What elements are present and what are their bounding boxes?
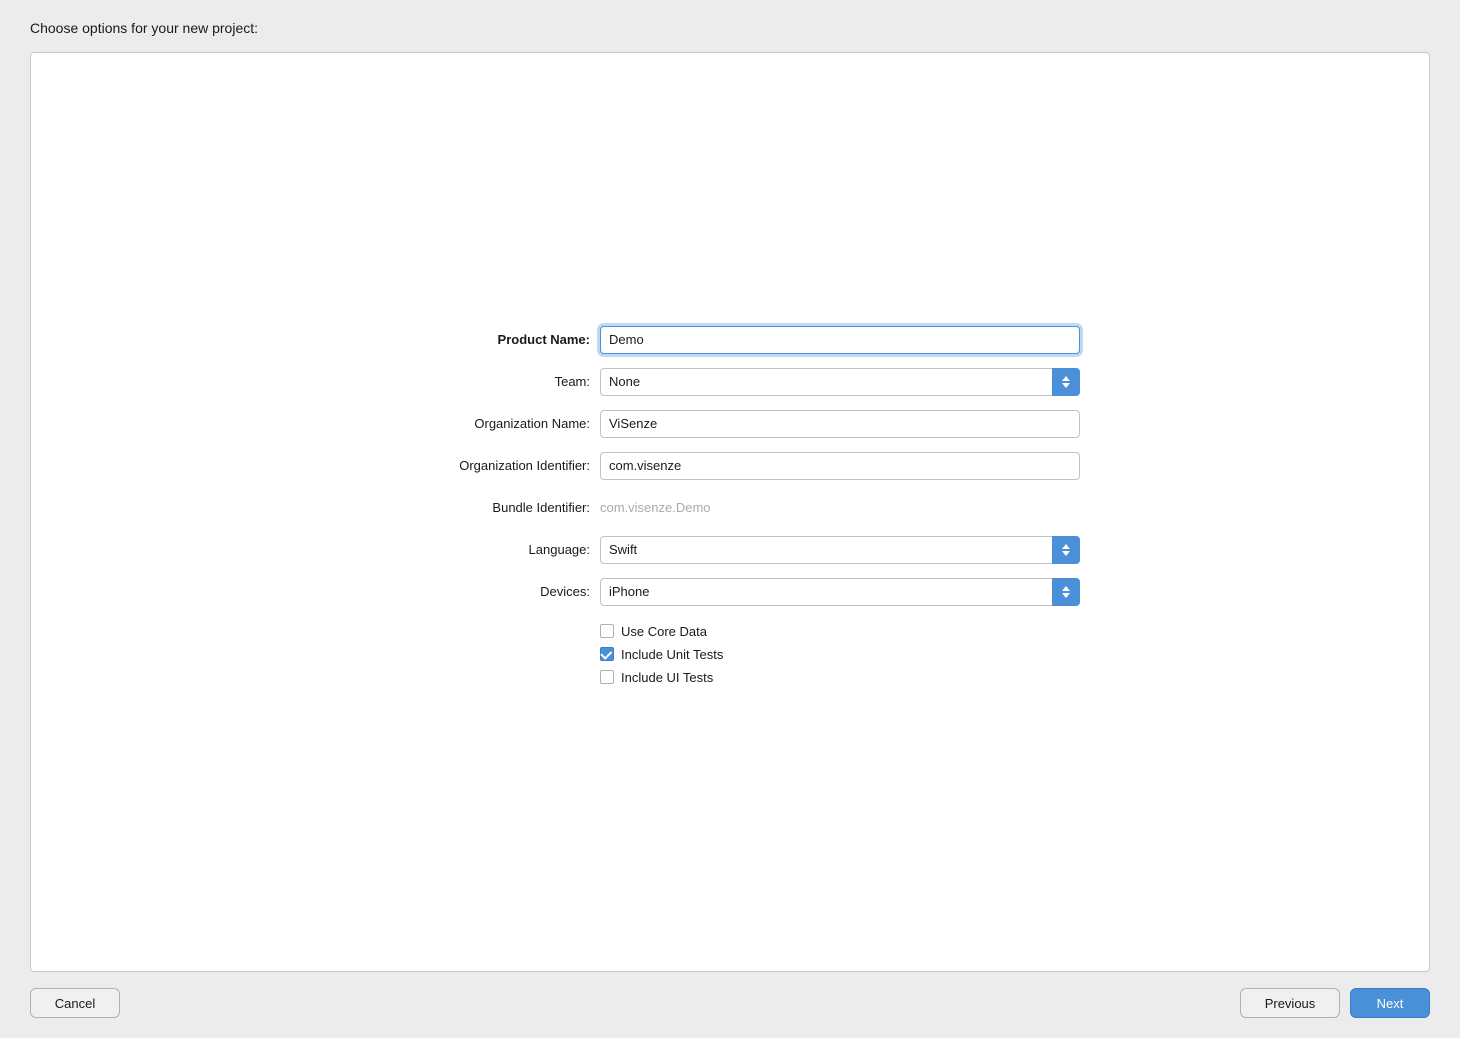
language-select[interactable]: Swift Objective-C <box>600 536 1080 564</box>
page-title: Choose options for your new project: <box>30 20 1430 36</box>
include-ui-tests-label: Include UI Tests <box>621 670 713 685</box>
organization-identifier-label: Organization Identifier: <box>380 458 600 473</box>
bundle-identifier-value: com.visenze.Demo <box>600 494 1080 522</box>
main-panel: Product Name: Team: None Add an Account.… <box>30 52 1430 972</box>
include-unit-tests-row[interactable]: Include Unit Tests <box>600 647 723 662</box>
right-buttons: Previous Next <box>1240 988 1430 1018</box>
organization-identifier-row: Organization Identifier: <box>380 452 1080 480</box>
language-row: Language: Swift Objective-C <box>380 536 1080 564</box>
devices-row: Devices: iPhone iPad Universal <box>380 578 1080 606</box>
product-name-label: Product Name: <box>380 332 600 347</box>
include-ui-tests-row[interactable]: Include UI Tests <box>600 670 723 685</box>
product-name-row: Product Name: <box>380 326 1080 354</box>
organization-name-label: Organization Name: <box>380 416 600 431</box>
bundle-identifier-label: Bundle Identifier: <box>380 500 600 515</box>
organization-identifier-input[interactable] <box>600 452 1080 480</box>
team-row: Team: None Add an Account... <box>380 368 1080 396</box>
product-name-input[interactable] <box>600 326 1080 354</box>
team-select[interactable]: None Add an Account... <box>600 368 1080 396</box>
previous-button[interactable]: Previous <box>1240 988 1340 1018</box>
include-ui-tests-checkbox[interactable] <box>600 670 614 684</box>
form-container: Product Name: Team: None Add an Account.… <box>380 326 1080 699</box>
bundle-identifier-row: Bundle Identifier: com.visenze.Demo <box>380 494 1080 522</box>
checkboxes-row: Use Core Data Include Unit Tests Include… <box>380 620 1080 685</box>
language-select-wrapper: Swift Objective-C <box>600 536 1080 564</box>
team-select-wrapper: None Add an Account... <box>600 368 1080 396</box>
devices-select[interactable]: iPhone iPad Universal <box>600 578 1080 606</box>
language-label: Language: <box>380 542 600 557</box>
bottom-bar: Cancel Previous Next <box>30 972 1430 1018</box>
next-button[interactable]: Next <box>1350 988 1430 1018</box>
use-core-data-row[interactable]: Use Core Data <box>600 624 723 639</box>
devices-label: Devices: <box>380 584 600 599</box>
team-label: Team: <box>380 374 600 389</box>
use-core-data-checkbox[interactable] <box>600 624 614 638</box>
include-unit-tests-checkbox[interactable] <box>600 647 614 661</box>
include-unit-tests-label: Include Unit Tests <box>621 647 723 662</box>
use-core-data-label: Use Core Data <box>621 624 707 639</box>
organization-name-input[interactable] <box>600 410 1080 438</box>
devices-select-wrapper: iPhone iPad Universal <box>600 578 1080 606</box>
cancel-button[interactable]: Cancel <box>30 988 120 1018</box>
organization-name-row: Organization Name: <box>380 410 1080 438</box>
checkboxes-container: Use Core Data Include Unit Tests Include… <box>600 624 723 685</box>
